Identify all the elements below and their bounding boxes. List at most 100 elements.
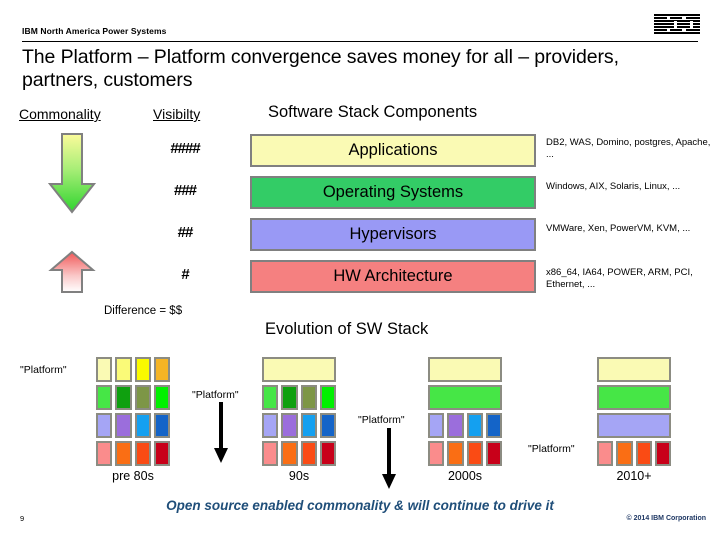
- era-row: [262, 385, 336, 410]
- era-cell[interactable]: [115, 357, 132, 382]
- flow-down-arrow-icon: [212, 402, 230, 469]
- era-cell[interactable]: [616, 441, 633, 466]
- era-row: [597, 441, 671, 466]
- copyright-notice: © 2014 IBM Corporation: [626, 515, 706, 522]
- era-row: [428, 357, 502, 382]
- hash-mark-operating-systems: ###: [173, 182, 197, 199]
- stack-box-hw-architecture[interactable]: HW Architecture: [250, 260, 536, 293]
- era-group-90s: 90s: [262, 357, 336, 483]
- platform-tag-2010plus: "Platform": [528, 443, 575, 455]
- stack-note-hypervisors: VMWare, Xen, PowerVM, KVM, ...: [546, 223, 691, 234]
- era-cell[interactable]: [319, 385, 336, 410]
- era-row: [96, 357, 170, 382]
- era-row: [597, 357, 671, 382]
- era-label-2010plus: 2010+: [616, 469, 652, 483]
- era-cell[interactable]: [115, 413, 132, 438]
- hash-mark-hypervisors: ##: [177, 224, 194, 241]
- cost-up-arrow-icon: [48, 250, 96, 294]
- era-row: [597, 413, 671, 438]
- era-cell[interactable]: [635, 441, 652, 466]
- era-cell[interactable]: [466, 413, 483, 438]
- ibm-logo: [654, 14, 700, 34]
- era-cell[interactable]: [153, 385, 170, 410]
- era-cell[interactable]: [428, 357, 502, 382]
- era-cell[interactable]: [134, 413, 151, 438]
- stack-box-label: Operating Systems: [322, 183, 464, 201]
- era-cell[interactable]: [597, 441, 614, 466]
- era-cell[interactable]: [262, 441, 279, 466]
- era-row: [428, 385, 502, 410]
- era-cell[interactable]: [134, 385, 151, 410]
- evolution-title: Evolution of SW Stack: [265, 320, 429, 338]
- era-cell[interactable]: [115, 385, 132, 410]
- era-cell[interactable]: [597, 385, 671, 410]
- stack-note-operating-systems: Windows, AIX, Solaris, Linux, ...: [546, 181, 681, 192]
- era-row: [96, 385, 170, 410]
- header-eyebrow-text: IBM North America Power Systems: [22, 26, 167, 36]
- era-cell[interactable]: [153, 441, 170, 466]
- stack-box-applications[interactable]: Applications: [250, 134, 536, 167]
- era-label-90s: 90s: [288, 469, 310, 483]
- era-cell[interactable]: [96, 441, 113, 466]
- era-row: [262, 357, 336, 382]
- era-cell[interactable]: [428, 385, 502, 410]
- era-label-pre-80s: pre 80s: [112, 469, 154, 483]
- stack-box-operating-systems[interactable]: Operating Systems: [250, 176, 536, 209]
- era-row: [262, 413, 336, 438]
- era-cell[interactable]: [96, 357, 113, 382]
- era-cell[interactable]: [153, 357, 170, 382]
- stack-note-hw-architecture: x86_64, IA64, POWER, ARM, PCI, Ethernet,…: [546, 267, 693, 290]
- era-cell[interactable]: [262, 357, 336, 382]
- era-cell[interactable]: [428, 413, 445, 438]
- hash-mark-hw-architecture: #: [181, 266, 189, 283]
- era-cell[interactable]: [597, 357, 671, 382]
- era-cell[interactable]: [300, 385, 317, 410]
- flow-down-arrow-icon: [380, 428, 398, 495]
- era-cell[interactable]: [281, 413, 298, 438]
- footer-tagline: Open source enabled commonality & will c…: [166, 498, 554, 513]
- era-cell[interactable]: [319, 441, 336, 466]
- era-cell[interactable]: [262, 413, 279, 438]
- era-cell[interactable]: [115, 441, 132, 466]
- slide-header: IBM North America Power Systems: [0, 0, 720, 44]
- era-cell[interactable]: [428, 441, 445, 466]
- era-row: [428, 413, 502, 438]
- era-cell[interactable]: [153, 413, 170, 438]
- era-cell[interactable]: [262, 385, 279, 410]
- era-cell[interactable]: [485, 413, 502, 438]
- era-cell[interactable]: [654, 441, 671, 466]
- heading-software-stack: Software Stack Components: [268, 103, 478, 121]
- era-cell[interactable]: [466, 441, 483, 466]
- era-cell[interactable]: [485, 441, 502, 466]
- era-cell[interactable]: [134, 357, 151, 382]
- era-cell[interactable]: [281, 385, 298, 410]
- era-group-2000s: 2000s: [428, 357, 502, 483]
- era-cell[interactable]: [319, 413, 336, 438]
- era-cell[interactable]: [96, 385, 113, 410]
- era-row: [428, 441, 502, 466]
- era-cell[interactable]: [300, 441, 317, 466]
- era-cell[interactable]: [96, 413, 113, 438]
- era-cell[interactable]: [447, 413, 464, 438]
- difference-label: Difference = $$: [104, 305, 183, 317]
- platform-tag-2000s: "Platform": [358, 414, 405, 426]
- hash-mark-applications: ####: [170, 140, 200, 157]
- era-group-pre-80s: pre 80s: [96, 357, 170, 483]
- page-title: The Platform – Platform convergence save…: [22, 46, 619, 91]
- era-cell[interactable]: [134, 441, 151, 466]
- slide-number: 9: [20, 514, 25, 523]
- era-label-2000s: 2000s: [447, 469, 483, 483]
- era-cell[interactable]: [447, 441, 464, 466]
- stack-box-label: HW Architecture: [333, 267, 453, 285]
- era-row: [96, 441, 170, 466]
- stack-box-label: Hypervisors: [349, 225, 437, 243]
- heading-commonality: Commonality: [19, 106, 101, 122]
- stack-box-label: Applications: [348, 141, 438, 159]
- era-cell[interactable]: [597, 413, 671, 438]
- stack-note-applications: DB2, WAS, Domino, postgres, Apache, ...: [546, 137, 711, 160]
- era-row: [597, 385, 671, 410]
- era-cell[interactable]: [300, 413, 317, 438]
- stack-box-hypervisors[interactable]: Hypervisors: [250, 218, 536, 251]
- era-cell[interactable]: [281, 441, 298, 466]
- commonality-down-arrow-icon: [47, 132, 97, 216]
